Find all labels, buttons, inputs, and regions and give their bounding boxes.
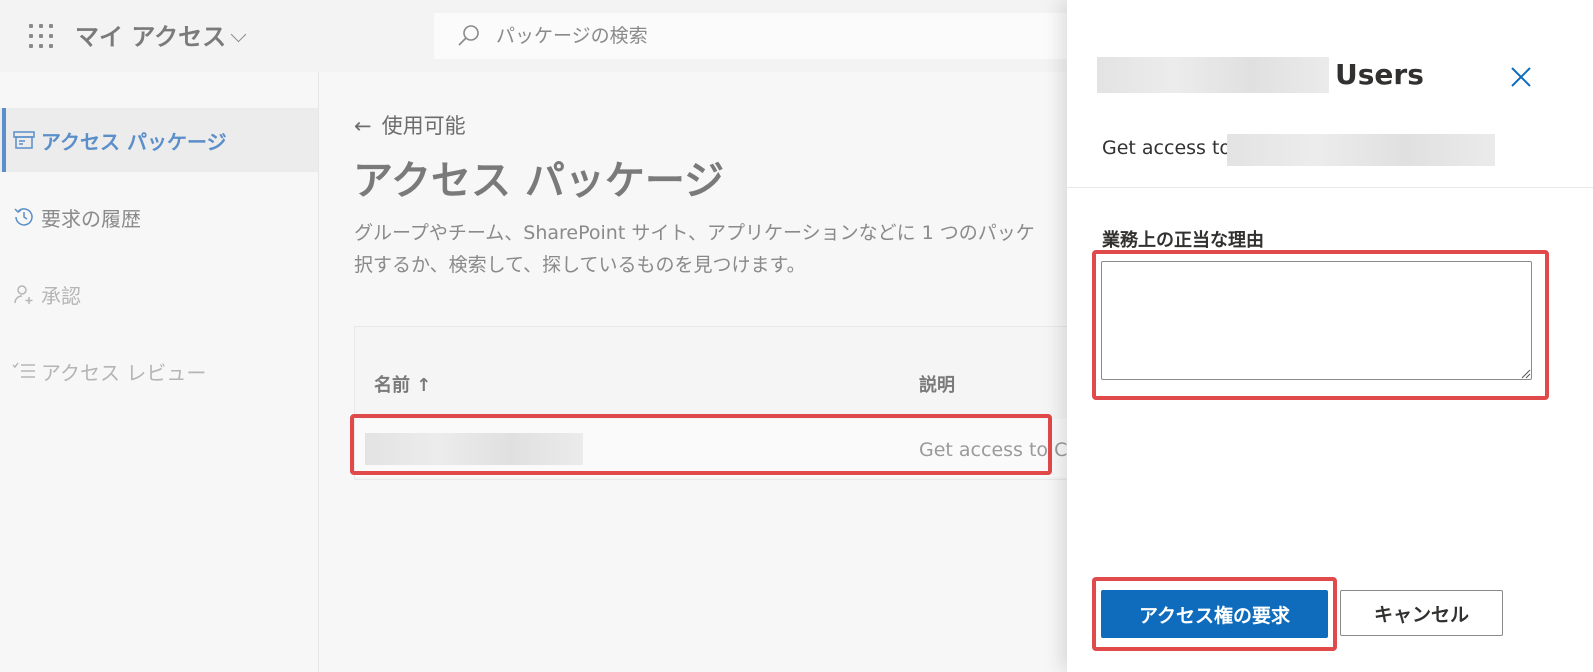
back-label: 使用可能 bbox=[381, 114, 466, 138]
search-box[interactable] bbox=[434, 13, 1094, 59]
panel-title: Users bbox=[1335, 58, 1424, 91]
sidebar-item-label: アクセス レビュー bbox=[41, 361, 207, 385]
redacted-package-name bbox=[1227, 134, 1495, 166]
request-panel: Users Get access to 業務上の正当な理由 アクセス権の要求 キ… bbox=[1067, 0, 1593, 672]
description-line: グループやチーム、SharePoint サイト、アプリケーションなどに 1 つの… bbox=[354, 222, 1035, 244]
package-icon bbox=[13, 131, 35, 149]
sidebar-item-access-reviews[interactable]: アクセス レビュー bbox=[0, 339, 318, 403]
sidebar-item-label: 承認 bbox=[41, 284, 81, 308]
highlight-box bbox=[1092, 250, 1549, 400]
highlight-box bbox=[350, 414, 1052, 475]
page-title: アクセス パッケージ bbox=[353, 158, 725, 204]
search-input[interactable] bbox=[496, 13, 1056, 59]
sidebar-item-label: アクセス パッケージ bbox=[41, 130, 227, 154]
sidebar-item-request-history[interactable]: 要求の履歴 bbox=[0, 185, 318, 249]
app-title[interactable]: マイ アクセス bbox=[75, 17, 226, 52]
sidebar-item-access-packages[interactable]: アクセス パッケージ bbox=[0, 108, 318, 172]
checklist-icon bbox=[12, 362, 35, 378]
column-header-name[interactable]: 名前 ↑ bbox=[374, 371, 431, 397]
sidebar: アクセス パッケージ 要求の履歴 承認 アクセス レビュー bbox=[0, 72, 319, 672]
close-icon[interactable] bbox=[1510, 66, 1532, 88]
active-indicator bbox=[2, 108, 6, 172]
person-add-icon bbox=[14, 285, 33, 304]
redacted-package-title bbox=[1097, 57, 1329, 93]
back-link[interactable]: ← 使用可能 bbox=[354, 110, 466, 140]
history-icon bbox=[14, 208, 33, 226]
description-line: 択するか、検索して、探しているものを見つけます。 bbox=[354, 254, 806, 276]
back-arrow-icon: ← bbox=[354, 114, 372, 138]
main-content: ← 使用可能 アクセス パッケージ グループやチーム、SharePoint サイト… bbox=[319, 72, 1096, 672]
chevron-down-icon[interactable] bbox=[230, 26, 247, 43]
search-icon bbox=[458, 25, 479, 46]
highlight-box bbox=[1092, 577, 1337, 651]
justification-label: 業務上の正当な理由 bbox=[1102, 230, 1264, 251]
panel-subtitle: Get access to bbox=[1102, 137, 1232, 159]
cancel-button[interactable]: キャンセル bbox=[1340, 590, 1503, 636]
column-header-description[interactable]: 説明 bbox=[919, 371, 955, 397]
sidebar-item-label: 要求の履歴 bbox=[41, 207, 141, 231]
divider bbox=[1067, 187, 1593, 188]
page-description: グループやチーム、SharePoint サイト、アプリケーションなどに 1 つの… bbox=[354, 217, 1074, 281]
app-launcher-icon[interactable] bbox=[29, 24, 53, 48]
sidebar-item-approvals[interactable]: 承認 bbox=[0, 262, 318, 326]
